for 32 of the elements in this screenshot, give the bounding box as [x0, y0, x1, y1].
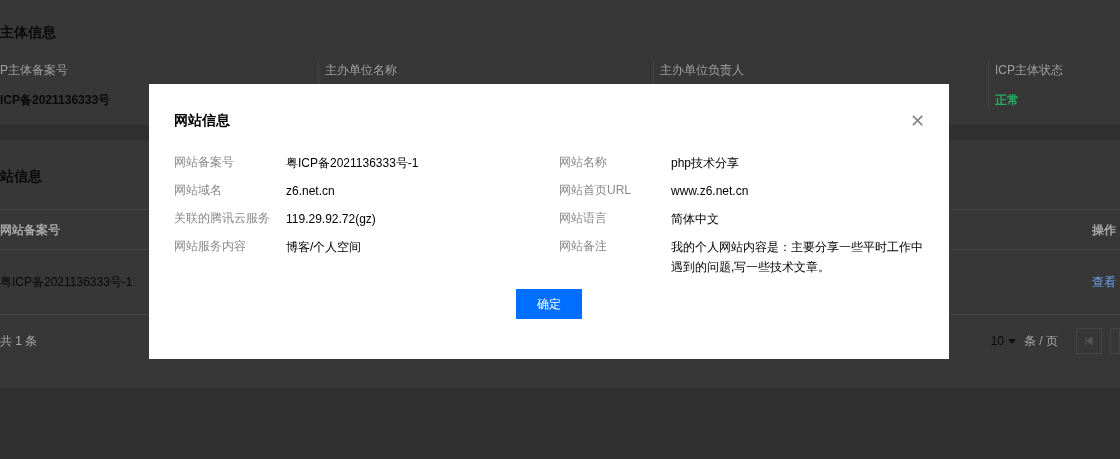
field-value: 粤ICP备2021136333号-1: [286, 155, 420, 172]
page-size-unit: 条 / 页: [1024, 333, 1058, 350]
first-page-icon: [1085, 337, 1093, 345]
field-value: 简体中文: [671, 211, 720, 228]
view-link[interactable]: 查看: [1092, 273, 1116, 291]
field-value: 博客/个人空间: [286, 239, 363, 256]
column-header: 操作: [1092, 221, 1116, 239]
field-value: www.z6.net.cn: [671, 183, 750, 200]
field-value: php技术分享: [671, 155, 741, 172]
column-header: 主办单位负责人: [660, 62, 745, 79]
field-value: 我的个人网站内容是：主要分享一些平时工作中遇到的问题,写一些技术文章。: [671, 239, 924, 276]
field-label: 网站备案号: [174, 154, 235, 171]
caret-icon: [1008, 338, 1016, 344]
field-label: 网站服务内容: [174, 238, 247, 255]
field-label: 关联的腾讯云服务: [174, 210, 271, 227]
column-header: ICP主体状态: [995, 62, 1064, 79]
column-header: 网站备案号: [0, 221, 60, 239]
confirm-button[interactable]: 确定: [516, 289, 582, 319]
dialog-title: 网站信息: [174, 111, 230, 130]
column-header: P主体备案号: [0, 62, 69, 79]
column-header: 主办单位名称: [325, 62, 398, 79]
field-label: 网站域名: [174, 182, 223, 199]
first-page-button[interactable]: [1076, 328, 1102, 354]
field-label: 网站首页URL: [559, 182, 632, 199]
close-button[interactable]: ✕: [910, 111, 925, 130]
column-value: 正常: [995, 92, 1020, 109]
field-value: z6.net.cn: [286, 183, 336, 200]
field-value: 119.29.92.72(gz): [286, 211, 377, 228]
field-label: 网站备注: [559, 238, 608, 255]
field-label: 网站语言: [559, 210, 608, 227]
total-count: 共 1 条: [0, 333, 38, 350]
field-label: 网站名称: [559, 154, 608, 171]
